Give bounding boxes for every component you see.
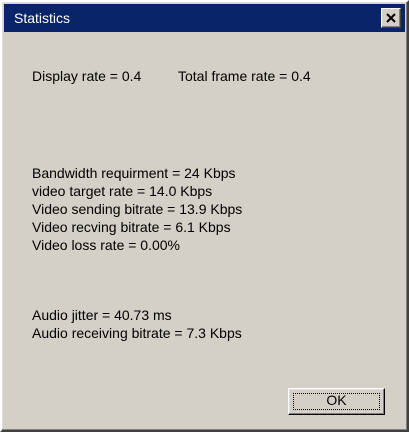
title-bar[interactable]: Statistics xyxy=(4,4,405,32)
window-title: Statistics xyxy=(14,10,71,26)
video-sending-bitrate-text: Video sending bitrate = 13.9 Kbps xyxy=(32,201,243,217)
audio-jitter-text: Audio jitter = 40.73 ms xyxy=(32,307,172,323)
close-icon xyxy=(386,13,396,23)
total-frame-rate-text: Total frame rate = 0.4 xyxy=(178,68,311,84)
ok-button-label: OK xyxy=(326,392,347,408)
video-loss-rate-text: Video loss rate = 0.00% xyxy=(32,237,181,253)
audio-receiving-bitrate-text: Audio receiving bitrate = 7.3 Kbps xyxy=(32,325,242,341)
video-recving-bitrate-text: Video recving bitrate = 6.1 Kbps xyxy=(32,219,231,235)
statistics-dialog: Statistics Display rate = 0.4 Total fram… xyxy=(0,0,409,432)
ok-button[interactable]: OK xyxy=(288,388,385,415)
video-target-rate-text: video target rate = 14.0 Kbps xyxy=(32,183,213,199)
close-button[interactable] xyxy=(381,8,401,28)
bandwidth-requirement-text: Bandwidth requirment = 24 Kbps xyxy=(32,165,236,181)
display-rate-text: Display rate = 0.4 xyxy=(32,68,142,84)
